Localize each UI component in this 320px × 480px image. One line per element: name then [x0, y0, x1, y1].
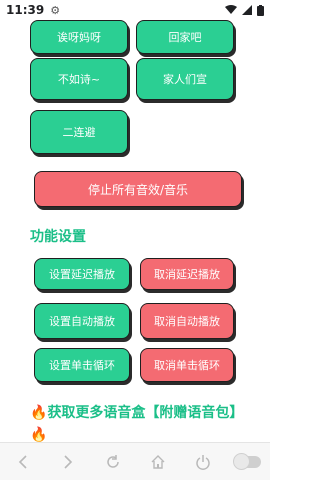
signal-icon: [242, 5, 252, 15]
sound-button-2[interactable]: 回家吧: [136, 20, 234, 54]
toggle-switch[interactable]: [232, 448, 262, 476]
refresh-icon[interactable]: [99, 448, 127, 476]
status-bar: 11:39 ⚙: [0, 0, 270, 20]
back-icon[interactable]: [9, 448, 37, 476]
sound-button-3[interactable]: 不如诗~: [30, 58, 128, 100]
toggle-track: [232, 452, 261, 470]
cancel-auto-button[interactable]: 取消自动播放: [140, 303, 234, 339]
fire-icon: 🔥: [30, 405, 48, 421]
promo-link[interactable]: 🔥获取更多语音盒【附赠语音包】🔥: [30, 402, 260, 442]
set-loop-button[interactable]: 设置单击循环: [34, 348, 130, 382]
wifi-icon: [225, 5, 237, 14]
set-auto-button[interactable]: 设置自动播放: [34, 303, 130, 339]
sound-button-5[interactable]: 二连避: [30, 110, 128, 154]
section-title: 功能设置: [30, 229, 86, 245]
sound-button-1[interactable]: 诶呀妈呀: [30, 20, 128, 54]
home-icon[interactable]: [144, 448, 172, 476]
forward-icon[interactable]: [54, 448, 82, 476]
status-icons: [225, 4, 264, 16]
stop-all-button[interactable]: 停止所有音效/音乐: [34, 171, 242, 207]
set-delay-button[interactable]: 设置延迟播放: [34, 258, 130, 290]
sound-button-4[interactable]: 家人们宣: [136, 58, 234, 100]
battery-icon: [257, 4, 264, 16]
fire-icon: 🔥: [30, 427, 48, 442]
promo-text: 获取更多语音盒【附赠语音包】: [47, 405, 244, 421]
power-icon[interactable]: [189, 448, 217, 476]
status-time: 11:39: [6, 3, 45, 17]
browser-nav-bar: [0, 442, 270, 480]
main-content: 诶呀妈呀 回家吧 不如诗~ 家人们宣 二连避 停止所有音效/音乐 功能设置 设置…: [0, 20, 270, 442]
cancel-loop-button[interactable]: 取消单击循环: [140, 348, 234, 382]
gear-icon: ⚙: [50, 3, 61, 17]
cancel-delay-button[interactable]: 取消延迟播放: [140, 258, 234, 290]
toggle-knob: [232, 452, 250, 470]
